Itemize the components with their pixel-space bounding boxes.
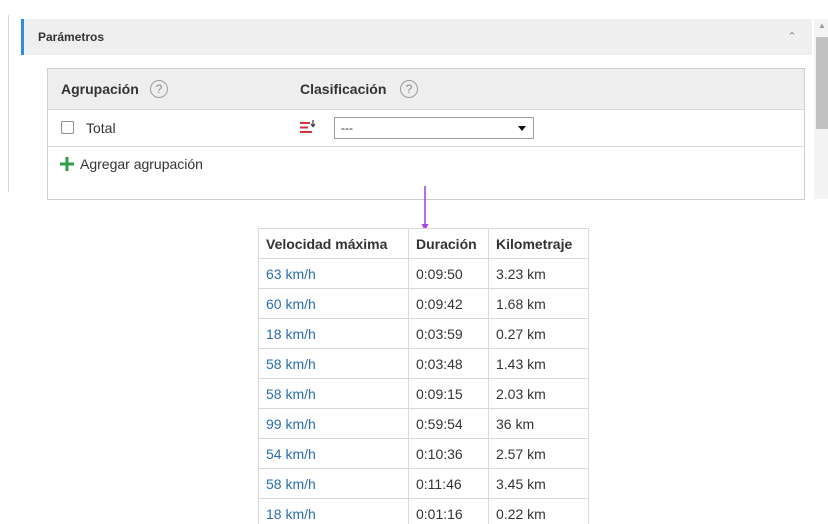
max-speed-link[interactable]: 58 km/h bbox=[266, 386, 316, 402]
max-speed-link[interactable]: 54 km/h bbox=[266, 446, 316, 462]
parameters-header[interactable]: Parámetros ⌃ bbox=[21, 19, 812, 55]
grouping-header-row: Agrupación ? Clasificación ? bbox=[48, 69, 804, 110]
mileage-cell: 36 km bbox=[488, 408, 589, 439]
sort-select-value: --- bbox=[341, 121, 353, 135]
max-speed-cell[interactable]: 60 km/h bbox=[258, 288, 409, 319]
duration-cell: 0:03:48 bbox=[408, 348, 489, 379]
max-speed-cell[interactable]: 58 km/h bbox=[258, 348, 409, 379]
parameters-panel: Parámetros ⌃ Agrupación ? Clasificación … bbox=[8, 15, 828, 200]
max-speed-link[interactable]: 18 km/h bbox=[266, 326, 316, 342]
table-row: 58 km/h 0:11:46 3.45 km bbox=[258, 468, 589, 499]
duration-cell: 0:59:54 bbox=[408, 408, 489, 439]
duration-cell: 0:09:42 bbox=[408, 288, 489, 319]
mileage-cell: 0.22 km bbox=[488, 498, 589, 524]
table-header-row: Velocidad máxima Duración Kilometraje bbox=[258, 228, 589, 259]
sorting-header: Clasificación bbox=[300, 81, 387, 97]
plus-icon bbox=[60, 157, 74, 171]
parameters-title: Parámetros bbox=[38, 30, 105, 44]
table-row: 63 km/h 0:09:50 3.23 km bbox=[258, 258, 589, 289]
grouping-help-icon[interactable]: ? bbox=[150, 80, 168, 98]
sorting-help-icon[interactable]: ? bbox=[400, 80, 418, 98]
mileage-cell: 3.45 km bbox=[488, 468, 589, 499]
max-speed-cell[interactable]: 63 km/h bbox=[258, 258, 409, 289]
mileage-cell: 2.57 km bbox=[488, 438, 589, 469]
max-speed-cell[interactable]: 58 km/h bbox=[258, 468, 409, 499]
total-label: Total bbox=[86, 120, 116, 136]
table-row: 99 km/h 0:59:54 36 km bbox=[258, 408, 589, 439]
grouping-table: Agrupación ? Clasificación ? Total --- A… bbox=[47, 68, 805, 200]
duration-cell: 0:11:46 bbox=[408, 468, 489, 499]
mileage-cell: 2.03 km bbox=[488, 378, 589, 409]
scroll-up-icon[interactable]: ▲ bbox=[814, 19, 828, 33]
column-header-mileage[interactable]: Kilometraje bbox=[488, 228, 589, 259]
duration-cell: 0:01:16 bbox=[408, 498, 489, 524]
max-speed-cell[interactable]: 54 km/h bbox=[258, 438, 409, 469]
panel-left-border bbox=[8, 15, 9, 192]
max-speed-cell[interactable]: 18 km/h bbox=[258, 318, 409, 349]
table-row: 54 km/h 0:10:36 2.57 km bbox=[258, 438, 589, 469]
table-row: 58 km/h 0:03:48 1.43 km bbox=[258, 348, 589, 379]
max-speed-link[interactable]: 18 km/h bbox=[266, 506, 316, 522]
add-grouping-button[interactable]: Agregar agrupación bbox=[48, 147, 804, 183]
max-speed-link[interactable]: 99 km/h bbox=[266, 416, 316, 432]
table-row: 58 km/h 0:09:15 2.03 km bbox=[258, 378, 589, 409]
add-grouping-label: Agregar agrupación bbox=[80, 156, 203, 172]
table-row: 60 km/h 0:09:42 1.68 km bbox=[258, 288, 589, 319]
mileage-cell: 1.43 km bbox=[488, 348, 589, 379]
dropdown-arrow-icon bbox=[518, 126, 526, 131]
grouping-header: Agrupación bbox=[61, 81, 139, 97]
max-speed-link[interactable]: 60 km/h bbox=[266, 296, 316, 312]
table-row: 18 km/h 0:03:59 0.27 km bbox=[258, 318, 589, 349]
mileage-cell: 0.27 km bbox=[488, 318, 589, 349]
duration-cell: 0:09:50 bbox=[408, 258, 489, 289]
table-row: 18 km/h 0:01:16 0.22 km bbox=[258, 498, 589, 524]
max-speed-cell[interactable]: 18 km/h bbox=[258, 498, 409, 524]
sort-select[interactable]: --- bbox=[334, 117, 534, 139]
annotation-arrow-icon bbox=[421, 186, 429, 231]
max-speed-link[interactable]: 58 km/h bbox=[266, 476, 316, 492]
duration-cell: 0:03:59 bbox=[408, 318, 489, 349]
mileage-cell: 3.23 km bbox=[488, 258, 589, 289]
sort-descending-icon[interactable] bbox=[300, 119, 316, 135]
panel-scrollbar[interactable]: ▲ bbox=[814, 19, 828, 199]
results-table: Velocidad máxima Duración Kilometraje 63… bbox=[258, 228, 589, 524]
screen: Parámetros ⌃ Agrupación ? Clasificación … bbox=[0, 0, 828, 524]
max-speed-link[interactable]: 58 km/h bbox=[266, 356, 316, 372]
max-speed-cell[interactable]: 58 km/h bbox=[258, 378, 409, 409]
duration-cell: 0:10:36 bbox=[408, 438, 489, 469]
grouping-row-total: Total --- bbox=[48, 110, 804, 147]
max-speed-link[interactable]: 63 km/h bbox=[266, 266, 316, 282]
total-checkbox[interactable] bbox=[61, 121, 74, 134]
mileage-cell: 1.68 km bbox=[488, 288, 589, 319]
column-header-max-speed[interactable]: Velocidad máxima bbox=[258, 228, 409, 259]
duration-cell: 0:09:15 bbox=[408, 378, 489, 409]
column-header-duration[interactable]: Duración bbox=[408, 228, 489, 259]
max-speed-cell[interactable]: 99 km/h bbox=[258, 408, 409, 439]
chevron-up-icon[interactable]: ⌃ bbox=[786, 31, 798, 43]
scrollbar-thumb[interactable] bbox=[816, 37, 828, 129]
